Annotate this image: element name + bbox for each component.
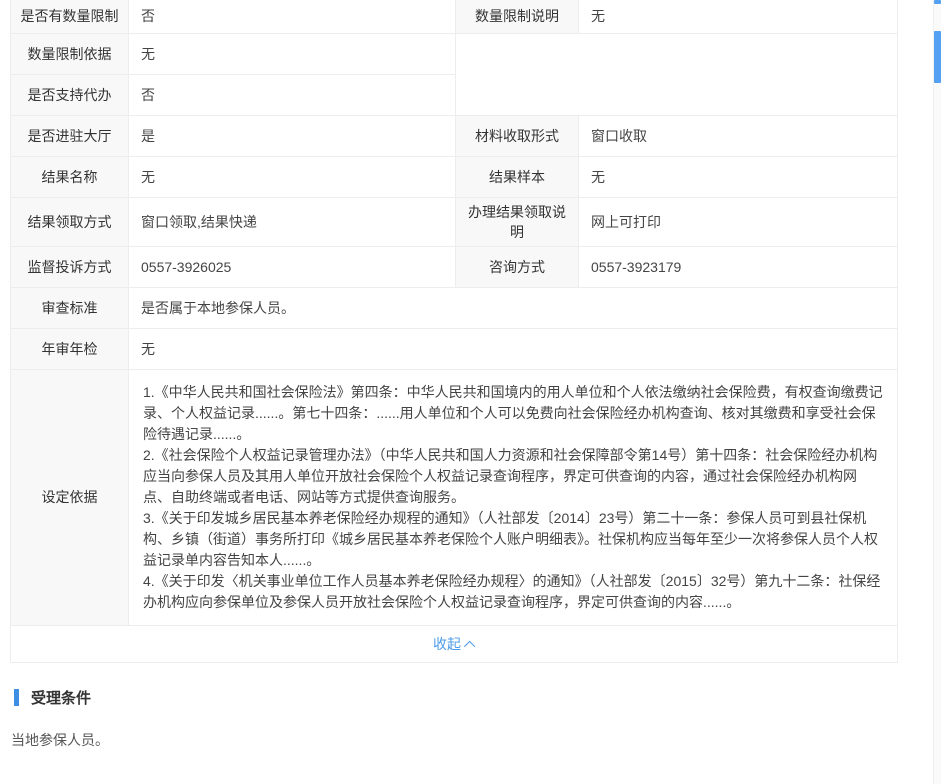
field-label-quantity-limit: 是否有数量限制 bbox=[11, 0, 129, 33]
field-value-consult-phone: 0557-3923179 bbox=[579, 246, 898, 287]
section-header-acceptance-conditions: 受理条件 bbox=[14, 687, 91, 708]
field-value-result-pickup-note: 网上可打印 bbox=[579, 197, 898, 246]
table-row: 结果领取方式 窗口领取,结果快递 办理结果领取说明 网上可打印 bbox=[11, 197, 898, 246]
table-row: 是否进驻大厅 是 材料收取形式 窗口收取 bbox=[11, 115, 898, 156]
field-value-result-name: 无 bbox=[129, 156, 456, 197]
legal-basis-item: 1.《中华人民共和国社会保险法》第四条：中华人民共和国境内的用人单位和个人依法缴… bbox=[143, 382, 883, 445]
table-row: 数量限制依据 无 bbox=[11, 33, 898, 74]
field-value-legal-basis: 1.《中华人民共和国社会保险法》第四条：中华人民共和国境内的用人单位和个人依法缴… bbox=[129, 369, 898, 625]
field-value-quantity-limit-note: 无 bbox=[579, 0, 898, 33]
field-value-result-sample: 无 bbox=[579, 156, 898, 197]
field-value-in-hall: 是 bbox=[129, 115, 456, 156]
section-title-bar bbox=[14, 689, 19, 706]
legal-basis-item: 4.《关于印发〈机关事业单位工作人员基本养老保险经办规程〉的通知》（人社部发〔2… bbox=[143, 571, 883, 613]
field-label-agent-support: 是否支持代办 bbox=[11, 74, 129, 115]
scrollbar-track[interactable] bbox=[933, 0, 941, 784]
table-row: 是否有数量限制 否 数量限制说明 无 bbox=[11, 0, 898, 33]
field-label-complaint-phone: 监督投诉方式 bbox=[11, 246, 129, 287]
acceptance-conditions-text: 当地参保人员。 bbox=[11, 730, 109, 750]
field-value-annual-review: 无 bbox=[129, 328, 898, 369]
field-label-annual-review: 年审年检 bbox=[11, 328, 129, 369]
collapse-button-label: 收起 bbox=[433, 636, 461, 652]
field-label-result-sample: 结果样本 bbox=[456, 156, 579, 197]
service-detail-page: 是否有数量限制 否 数量限制说明 无 数量限制依据 无 是否支持代办 否 是否进… bbox=[0, 0, 941, 784]
field-label-result-pickup-note: 办理结果领取说明 bbox=[456, 197, 579, 246]
field-value-material-collection: 窗口收取 bbox=[579, 115, 898, 156]
field-value-complaint-phone: 0557-3926025 bbox=[129, 246, 456, 287]
field-value-quantity-limit-basis: 无 bbox=[129, 33, 456, 74]
table-row: 监督投诉方式 0557-3926025 咨询方式 0557-3923179 bbox=[11, 246, 898, 287]
chevron-up-icon bbox=[464, 640, 475, 651]
field-label-consult-phone: 咨询方式 bbox=[456, 246, 579, 287]
field-label-result-pickup: 结果领取方式 bbox=[11, 197, 129, 246]
legal-basis-item: 3.《关于印发城乡居民基本养老保险经办规程的通知》（人社部发〔2014〕23号）… bbox=[143, 508, 883, 571]
field-label-quantity-limit-note: 数量限制说明 bbox=[456, 0, 579, 33]
field-label-result-name: 结果名称 bbox=[11, 156, 129, 197]
legal-basis-item: 2.《社会保险个人权益记录管理办法》（中华人民共和国人力资源和社会保障部令第14… bbox=[143, 445, 883, 508]
field-value-review-standard: 是否属于本地参保人员。 bbox=[129, 287, 898, 328]
collapse-button[interactable]: 收起 bbox=[433, 634, 475, 654]
field-label-review-standard: 审查标准 bbox=[11, 287, 129, 328]
table-row: 年审年检 无 bbox=[11, 328, 898, 369]
table-row: 结果名称 无 结果样本 无 bbox=[11, 156, 898, 197]
scrollbar-thumb-fragment[interactable] bbox=[934, 0, 941, 4]
field-value-result-pickup: 窗口领取,结果快递 bbox=[129, 197, 456, 246]
scrollbar-thumb[interactable] bbox=[934, 31, 941, 83]
empty-cell bbox=[456, 33, 898, 115]
field-label-quantity-limit-basis: 数量限制依据 bbox=[11, 33, 129, 74]
service-info-table: 是否有数量限制 否 数量限制说明 无 数量限制依据 无 是否支持代办 否 是否进… bbox=[10, 0, 898, 663]
field-label-material-collection: 材料收取形式 bbox=[456, 115, 579, 156]
field-value-quantity-limit: 否 bbox=[129, 0, 456, 33]
collapse-row: 收起 bbox=[11, 625, 898, 662]
field-label-legal-basis: 设定依据 bbox=[11, 369, 129, 625]
table-row: 收起 bbox=[11, 625, 898, 662]
table-row: 审查标准 是否属于本地参保人员。 bbox=[11, 287, 898, 328]
table-row: 设定依据 1.《中华人民共和国社会保险法》第四条：中华人民共和国境内的用人单位和… bbox=[11, 369, 898, 625]
field-value-agent-support: 否 bbox=[129, 74, 456, 115]
section-title: 受理条件 bbox=[31, 687, 91, 708]
field-label-in-hall: 是否进驻大厅 bbox=[11, 115, 129, 156]
